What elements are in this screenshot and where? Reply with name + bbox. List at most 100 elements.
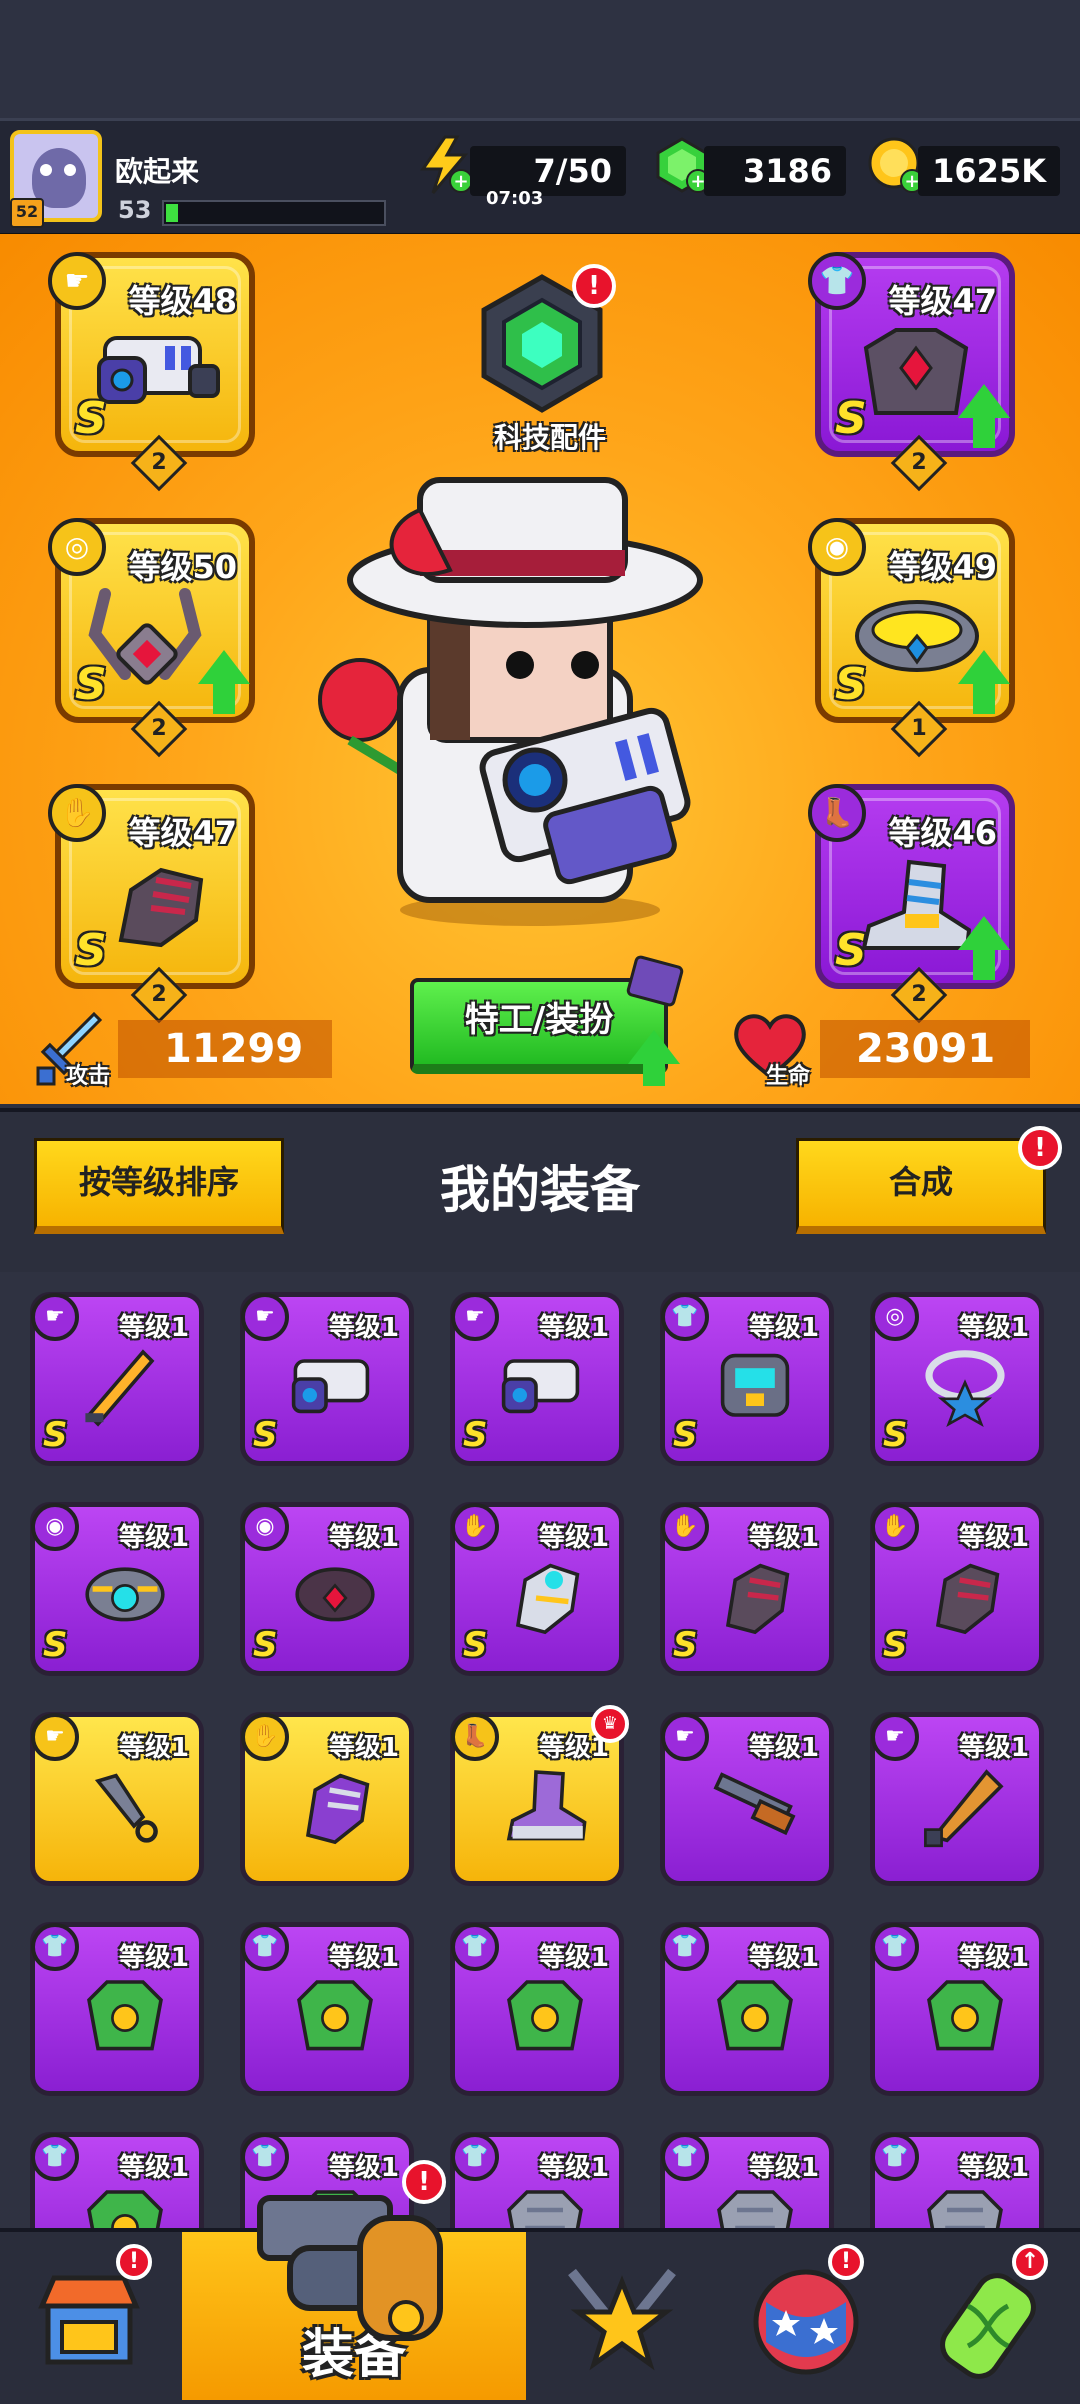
merge-button[interactable]: 合成 (796, 1138, 1046, 1234)
nav-tab-battle[interactable] (528, 2232, 708, 2400)
tech-parts-alert-badge: ! (572, 264, 616, 308)
inventory-item[interactable]: ☛ 等级1 (870, 1712, 1044, 1886)
kunai-icon (94, 1773, 158, 1843)
inventory-item[interactable]: 👢 等级1 ♛ (450, 1705, 629, 1886)
gold-gauntlet-icon (515, 1563, 580, 1635)
armor-category-icon: 👕 (871, 2133, 919, 2181)
inventory-item[interactable]: ☛ 等级1 S (240, 1292, 414, 1466)
equipment-alert-badge: ! (402, 2160, 446, 2204)
star-level: 2 (911, 982, 927, 1007)
boots-category-icon: 👢 (451, 1713, 499, 1761)
item-level: 等级1 (118, 1733, 189, 1763)
merge-alert-badge: ! (1018, 1126, 1062, 1170)
inventory-title: 我的装备 (440, 1161, 640, 1219)
upgrade-arrow-stem (973, 418, 995, 448)
upgrade-arrow-icon (198, 650, 250, 684)
gem-icon[interactable]: + (652, 135, 712, 195)
blue-belt-icon (85, 1567, 165, 1622)
inventory-item[interactable]: ✋ 等级1 S (870, 1502, 1044, 1676)
shotgun-icon (713, 1772, 796, 1836)
player-name: 欧起来 (115, 155, 200, 188)
rank-badge: S (463, 1625, 488, 1665)
weapon-category-icon: ☛ (661, 1713, 709, 1761)
talent-alert-badge: ! (828, 2244, 864, 2280)
revolver-icon (257, 2195, 443, 2341)
rank-badge: S (835, 925, 867, 976)
star-level: 1 (911, 716, 927, 741)
star-level: 2 (151, 716, 167, 741)
shop-alert-badge: ! (116, 2244, 152, 2280)
item-level: 等级1 (328, 1523, 399, 1553)
purple-gauntlet-icon (305, 1773, 370, 1845)
inventory-item[interactable]: 👕 等级1 (30, 1922, 204, 2096)
item-level: 等级1 (538, 2153, 609, 2183)
upgrade-arrow-icon (958, 916, 1010, 950)
armor-category-icon: 👕 (451, 2133, 499, 2181)
upgrade-arrow-stem (643, 1064, 665, 1086)
attack-label: 攻击 (66, 1064, 111, 1089)
item-level: 等级1 (328, 1733, 399, 1763)
item-level: 等级1 (118, 1523, 189, 1553)
gloves-category-icon: ✋ (661, 1503, 709, 1551)
weapon-category-icon: ☛ (241, 1293, 289, 1341)
nav-tab-shop[interactable] (0, 2232, 180, 2400)
coin-icon[interactable]: + (866, 135, 926, 195)
armor-category-icon: 👕 (31, 1923, 79, 1971)
hero-character[interactable] (290, 470, 750, 930)
item-level: 等级1 (748, 1733, 819, 1763)
rank-badge: S (883, 1415, 908, 1455)
dark-gauntlet-icon (935, 1563, 1000, 1635)
inventory-item[interactable]: 👕 等级1 (870, 1922, 1044, 2096)
inventory-item[interactable]: ✋ 等级1 S (450, 1502, 624, 1676)
inventory-item[interactable]: ◉ 等级1 S (240, 1502, 414, 1676)
inventory-item[interactable]: ◎ 等级1 S (870, 1292, 1044, 1466)
upgrade-arrow-icon (958, 650, 1010, 684)
rank-badge: S (463, 1415, 488, 1455)
armor-category-icon: 👕 (31, 2133, 79, 2181)
item-level: 等级1 (538, 1313, 609, 1343)
belt-category-icon: ◉ (31, 1503, 79, 1551)
inventory-item[interactable]: ☛ 等级1 S (30, 1292, 204, 1466)
star-necklace-icon (925, 1350, 1005, 1427)
inventory-item[interactable]: 👕 等级1 (450, 1922, 624, 2096)
inventory-item[interactable]: ☛ 等级1 (660, 1712, 834, 1886)
inventory-item[interactable]: 👕 等级1 (660, 1922, 834, 2096)
inventory-item[interactable]: 👕 等级1 S (660, 1292, 834, 1466)
inventory-item[interactable]: ☛ 等级1 S (450, 1292, 624, 1466)
blaster-icon (97, 336, 220, 404)
slot-level: 等级47 (888, 282, 997, 320)
sort-by-level-button[interactable]: 按等级排序 (34, 1138, 284, 1234)
gem-counter: 3186 (704, 146, 846, 196)
nav-tab-talent[interactable] (712, 2232, 892, 2400)
armor-category-icon: 👕 (871, 1923, 919, 1971)
attack-value: 11299 (118, 1020, 332, 1078)
item-level: 等级1 (118, 1313, 189, 1343)
inventory-item[interactable]: ☛ 等级1 (30, 1712, 204, 1886)
item-level: 等级1 (748, 1943, 819, 1973)
rank-badge: S (43, 1415, 68, 1455)
dna-capsule-icon (940, 2273, 1036, 2379)
rank-badge: S (673, 1415, 698, 1455)
dark-gauntlet-icon (725, 1563, 790, 1635)
item-level: 等级1 (328, 1313, 399, 1343)
item-level: 等级1 (328, 1943, 399, 1973)
tech-parts-label: 科技配件 (493, 421, 606, 454)
lightning-icon[interactable]: + (415, 135, 475, 195)
armor-category-icon: 👕 (661, 1923, 709, 1971)
upgrade-arrow-icon (958, 384, 1010, 418)
armor-category-icon: 👕 (661, 2133, 709, 2181)
nav-tab-evolve[interactable] (896, 2232, 1080, 2400)
inventory-item[interactable]: ✋ 等级1 (240, 1712, 414, 1886)
gloves-category-icon: ✋ (48, 784, 106, 842)
gloves-category-icon: ✋ (241, 1713, 289, 1761)
item-level: 等级1 (958, 1523, 1029, 1553)
inventory-item[interactable]: ◉ 等级1 S (30, 1502, 204, 1676)
gloves-category-icon: ✋ (871, 1503, 919, 1551)
upgrade-arrow-stem (973, 950, 995, 980)
inventory-item[interactable]: ✋ 等级1 S (660, 1502, 834, 1676)
inventory-item[interactable]: 👕 等级1 (240, 1922, 414, 2096)
red-belt-icon (295, 1567, 375, 1622)
slot-level: 等级47 (128, 814, 237, 852)
blaster-icon (501, 1359, 580, 1414)
bat-icon (924, 1769, 1004, 1848)
